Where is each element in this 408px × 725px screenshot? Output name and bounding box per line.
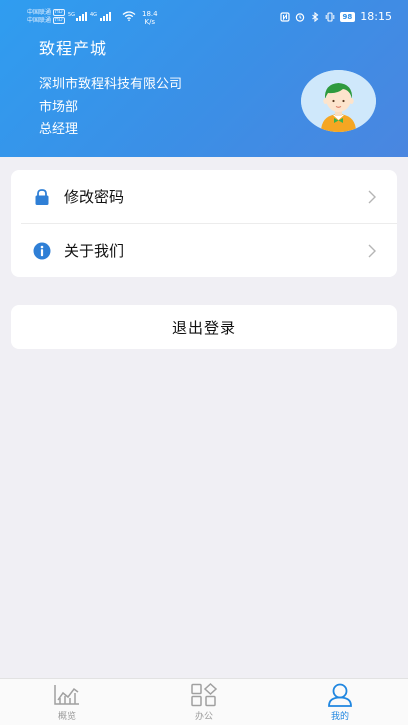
status-right: 98 18:15	[279, 10, 392, 23]
logout-button[interactable]: 退出登录	[11, 305, 397, 349]
info-icon	[33, 242, 51, 259]
carrier-2: 中国联通	[27, 17, 52, 24]
chevron-right-icon	[368, 244, 376, 257]
about-us-label: 关于我们	[64, 242, 125, 260]
tab-office-label: 办公	[194, 712, 213, 722]
change-password-label: 修改密码	[64, 188, 125, 206]
user-icon	[328, 683, 352, 707]
network-type-1: 5G	[68, 12, 76, 18]
tab-overview-label: 概览	[57, 712, 76, 722]
chevron-right-icon	[368, 190, 376, 203]
app-title: 致程产城	[39, 39, 108, 58]
logout-label: 退出登录	[171, 318, 236, 337]
settings-menu: 修改密码 关于我们	[11, 170, 397, 277]
signal-icon	[100, 12, 111, 21]
network-speed-unit: K/s	[144, 18, 156, 26]
tab-mine-label: 我的	[330, 712, 349, 722]
grid-icon	[191, 683, 218, 707]
wifi-icon	[122, 11, 136, 21]
chart-icon	[54, 685, 79, 705]
alarm-icon	[295, 12, 304, 22]
company-name: 深圳市致程科技有限公司	[39, 77, 183, 92]
department-name: 市场部	[39, 100, 79, 115]
vibrate-icon	[325, 11, 334, 22]
tab-office[interactable]: 办公	[164, 679, 244, 725]
status-time: 18:15	[360, 10, 392, 23]
tab-overview[interactable]: 概览	[27, 679, 107, 725]
nfc-icon	[279, 11, 290, 22]
profile-header: 中国联通HD 中国联通HD 5G 4G 18.4 K/s 98 18:15	[0, 0, 408, 157]
bottom-tab-bar: 概览 办公 我的	[0, 678, 408, 725]
bluetooth-icon	[311, 11, 318, 22]
status-bar: 中国联通 HD 中国联通 HD 5G 4G 18.4 K/s 98 18:15	[0, 0, 408, 30]
job-title: 总经理	[39, 122, 79, 137]
hd-badge: HD	[53, 17, 65, 24]
lock-icon	[35, 188, 49, 205]
network-type-2: 4G	[90, 12, 98, 18]
tab-mine[interactable]: 我的	[300, 679, 380, 725]
network-speed-value: 18.4	[142, 10, 158, 18]
battery-indicator: 98	[339, 11, 356, 22]
avatar[interactable]	[301, 70, 376, 132]
change-password-item[interactable]: 修改密码	[11, 170, 397, 223]
network-speed: 18.4 K/s	[142, 10, 158, 26]
carrier-info: 中国联通 HD 中国联通 HD	[27, 9, 65, 25]
about-us-item[interactable]: 关于我们	[11, 224, 397, 277]
carrier-1: 中国联通	[27, 9, 52, 16]
signal-icon	[76, 12, 87, 21]
hd-badge: HD	[53, 9, 65, 16]
avatar-illustration	[301, 70, 376, 132]
